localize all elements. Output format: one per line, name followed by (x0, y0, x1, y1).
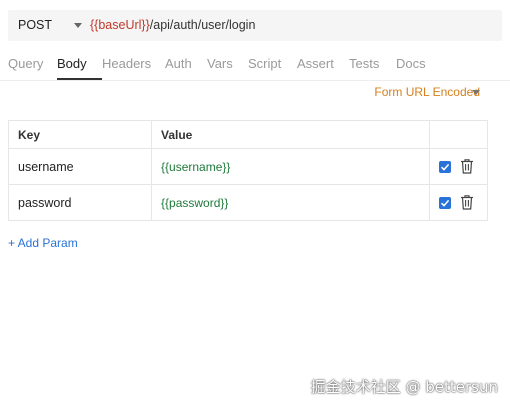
table-row: password {{password}} (9, 184, 487, 220)
tab-headers[interactable]: Headers (102, 56, 165, 80)
row-actions (430, 149, 488, 184)
trash-icon[interactable] (460, 194, 474, 210)
chevron-down-icon[interactable] (472, 90, 480, 95)
param-key-input[interactable]: password (9, 185, 152, 220)
tab-vars[interactable]: Vars (207, 56, 248, 80)
url-input[interactable]: {{baseUrl}}/api/auth/user/login (90, 10, 255, 41)
url-variable: {{baseUrl}} (90, 18, 150, 32)
param-enabled-checkbox[interactable] (439, 197, 451, 209)
tab-assert[interactable]: Assert (297, 56, 349, 80)
watermark: 掘金技术社区 @ bettersun (310, 378, 498, 396)
table-row: username {{username}} (9, 148, 487, 184)
param-value-input[interactable]: {{username}} (152, 149, 430, 184)
tab-docs[interactable]: Docs (396, 56, 436, 80)
url-bar: POST {{baseUrl}}/api/auth/user/login (8, 10, 502, 41)
column-header-actions (430, 121, 488, 148)
params-table: Key Value username {{username}} password… (8, 120, 488, 221)
tab-auth[interactable]: Auth (165, 56, 207, 80)
tab-body[interactable]: Body (57, 56, 102, 80)
param-key: username (18, 159, 74, 174)
tab-tests[interactable]: Tests (349, 56, 396, 80)
request-tabs: Query Body Headers Auth Vars Script Asse… (8, 56, 436, 80)
tab-divider (0, 80, 510, 81)
method-select[interactable]: POST (18, 10, 52, 41)
tab-query[interactable]: Query (8, 56, 57, 80)
body-encoding-select[interactable]: Form URL Encoded (374, 84, 480, 100)
row-actions (430, 185, 488, 220)
column-header-value: Value (152, 121, 430, 148)
trash-icon[interactable] (460, 158, 474, 174)
param-value: {{password}} (161, 195, 229, 210)
param-key: password (18, 195, 72, 210)
add-param-button[interactable]: + Add Param (8, 236, 78, 250)
table-header: Key Value (9, 121, 487, 148)
param-enabled-checkbox[interactable] (439, 161, 451, 173)
param-value: {{username}} (161, 159, 231, 174)
chevron-down-icon[interactable] (74, 23, 82, 28)
tab-script[interactable]: Script (248, 56, 297, 80)
param-value-input[interactable]: {{password}} (152, 185, 430, 220)
param-key-input[interactable]: username (9, 149, 152, 184)
url-path: /api/auth/user/login (149, 18, 256, 32)
column-header-key: Key (9, 121, 152, 148)
